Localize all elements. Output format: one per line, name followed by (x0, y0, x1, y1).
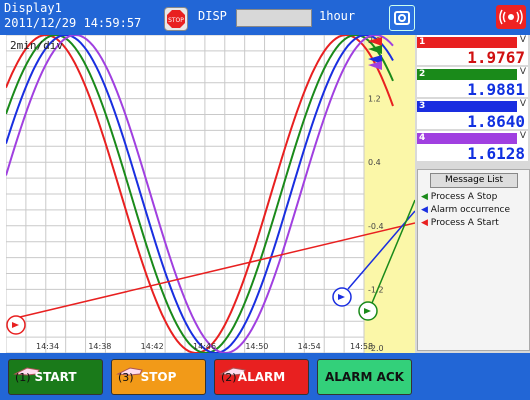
top-bar: Display1 2011/12/29 14:59:57 STOP DISP 1… (0, 0, 530, 35)
channel-3-value: 1.8640 (467, 112, 525, 131)
channel-1-number: 1 (419, 37, 426, 47)
channel-2-value: 1.9881 (467, 80, 525, 99)
bottom-bar: (1) START (3) STOP (2) ALARM ALARM ACK (0, 353, 530, 400)
alarm-wave-icon (499, 9, 523, 25)
channel-4-unit: V (519, 131, 526, 141)
mode-field[interactable] (236, 9, 312, 27)
stop-status-icon[interactable]: STOP (164, 7, 188, 31)
message-item[interactable]: ◀ Process A Start (421, 218, 499, 228)
trend-chart: 2.01.20.4-0.4-1.2-2.0 14:3414:3814:4214:… (5, 33, 416, 355)
channel-3-number: 3 (419, 101, 426, 111)
time-tick-label: 14:50 (245, 342, 268, 351)
alarm-indicator[interactable] (496, 5, 526, 29)
channel-4-readout: 4 V 1.6128 (417, 131, 528, 163)
message-flag-icon: ◀ (421, 218, 428, 228)
channel-2-color-tag: 2 (417, 69, 517, 80)
message-text: Process A Start (430, 218, 499, 228)
start-label: START (34, 370, 77, 384)
channel-1-color-tag: 1 (417, 37, 517, 48)
message-flag-icon: ◀ (421, 192, 428, 202)
alarm-button[interactable]: (2) ALARM (214, 359, 309, 395)
message-text: Alarm occurrence (430, 205, 511, 215)
message-flag-icon: ◀ (421, 205, 428, 215)
time-tick-label: 14:38 (88, 342, 111, 351)
channel-4-color-tag: 4 (417, 133, 517, 144)
stop-octagon-icon: STOP (167, 10, 185, 28)
time-division-label: 2min/div (10, 39, 63, 52)
channel-4-value: 1.6128 (467, 144, 525, 163)
mode-label: DISP (198, 9, 227, 23)
display-name: Display1 (4, 1, 62, 15)
start-button[interactable]: (1) START (8, 359, 103, 395)
alarm-label: ALARM (237, 370, 286, 384)
channel-3-readout: 3 V 1.8640 (417, 99, 528, 131)
snapshot-button[interactable] (389, 5, 415, 31)
alarm-ack-label: ALARM ACK (325, 370, 404, 384)
stop-badge-text: STOP (168, 17, 184, 24)
message-list-button[interactable]: Message List (430, 173, 518, 188)
channel-4-number: 4 (419, 133, 426, 143)
stop-label: STOP (140, 370, 177, 384)
channel-2-unit: V (519, 67, 526, 77)
scale-tick-label: 1.2 (368, 95, 381, 104)
channel-1-readout: 1 V 1.9767 (417, 35, 528, 67)
channel-1-unit: V (519, 35, 526, 45)
time-tick-label: 14:34 (36, 342, 59, 351)
scale-tick-label: 0.4 (368, 158, 381, 167)
time-tick-label: 14:58 (350, 342, 373, 351)
time-tick-label: 14:46 (193, 342, 216, 351)
camera-icon (394, 11, 410, 25)
title-block: Display1 2011/12/29 14:59:57 (4, 1, 141, 31)
stop-button[interactable]: (3) STOP (111, 359, 206, 395)
channel-3-unit: V (519, 99, 526, 109)
time-tick-label: 14:54 (298, 342, 321, 351)
message-item[interactable]: ◀ Process A Stop (421, 192, 497, 202)
channel-2-readout: 2 V 1.9881 (417, 67, 528, 99)
channel-2-number: 2 (419, 69, 426, 79)
channel-1-value: 1.9767 (467, 48, 525, 67)
message-item[interactable]: ◀ Alarm occurrence (421, 205, 510, 215)
channel-3-color-tag: 3 (417, 101, 517, 112)
alarm-ack-button[interactable]: ALARM ACK (317, 359, 412, 395)
datetime: 2011/12/29 14:59:57 (4, 16, 142, 30)
channel-panel: 1 V 1.9767 2 V 1.9881 3 V 1.8640 4 V 1.6… (415, 35, 530, 353)
trend-plot: 2.01.20.4-0.4-1.2-2.0 14:3414:3814:4214:… (5, 33, 416, 355)
chart-grid (5, 34, 365, 354)
timescale-label: 1hour (319, 9, 356, 23)
message-text: Process A Stop (430, 192, 498, 202)
scale-tick-label: -0.4 (368, 222, 384, 231)
time-tick-label: 14:42 (141, 342, 164, 351)
message-panel: Message List ◀ Process A Stop ◀ Alarm oc… (417, 169, 530, 351)
